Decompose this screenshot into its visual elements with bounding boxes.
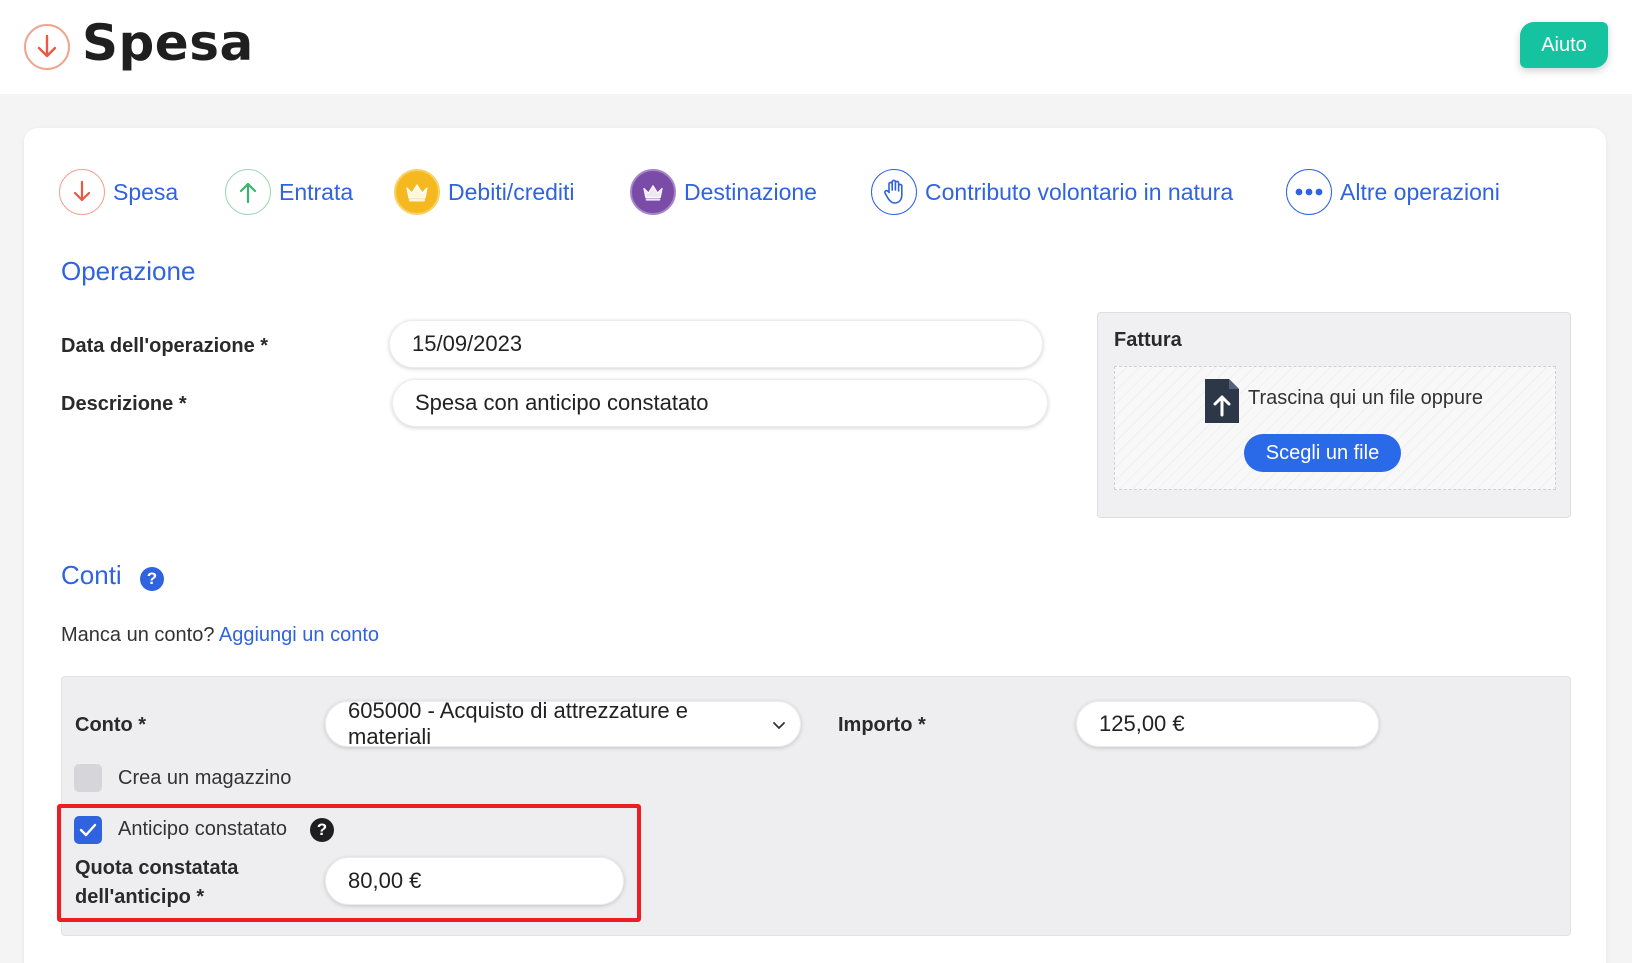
quota-label-line2: dell'anticipo * [75, 886, 205, 908]
checkmark-icon [79, 823, 97, 837]
arrow-down-icon [24, 24, 70, 70]
magazzino-label: Crea un magazzino [118, 767, 292, 789]
section-title-operazione: Operazione [61, 256, 196, 286]
tab-label: Spesa [113, 178, 179, 205]
missing-account-label: Manca un conto? [61, 624, 215, 646]
missing-account-text: Manca un conto? Aggiungi un conto [61, 624, 379, 647]
tab-contributo-volontario[interactable]: Contributo volontario in natura [871, 166, 1233, 218]
tab-spesa[interactable]: Spesa [59, 166, 178, 218]
arrow-up-icon [225, 169, 271, 215]
arrow-down-icon [59, 169, 105, 215]
conto-select-value: 605000 - Acquisto di attrezzature e mate… [348, 698, 688, 749]
more-dots-icon [1286, 169, 1332, 215]
description-label: Descrizione * [61, 393, 187, 415]
crown-transfer-icon [630, 169, 676, 215]
tab-label: Entrata [279, 178, 354, 205]
chevron-down-icon [772, 714, 786, 735]
choose-file-button[interactable]: Scegli un file [1244, 434, 1401, 472]
anticipo-help-icon[interactable]: ? [310, 818, 334, 842]
help-button[interactable]: Aiuto [1520, 22, 1608, 68]
conti-help-icon[interactable]: ? [140, 567, 164, 591]
tab-label: Destinazione [684, 178, 817, 205]
date-label: Data dell'operazione * [61, 335, 269, 357]
crown-icon [394, 169, 440, 215]
date-input[interactable]: 15/09/2023 [389, 320, 1043, 368]
conto-label: Conto * [75, 714, 147, 736]
top-bar: Spesa Aiuto [0, 0, 1632, 94]
tab-label: Debiti/crediti [448, 178, 575, 205]
tab-entrata[interactable]: Entrata [225, 166, 353, 218]
section-title-conti: Conti [61, 560, 122, 590]
hand-icon [871, 169, 917, 215]
quota-label: Quota constatata dell'anticipo * [75, 854, 238, 912]
tab-destinazione[interactable]: Destinazione [630, 166, 817, 218]
magazzino-checkbox[interactable] [74, 764, 102, 792]
anticipo-label: Anticipo constatato [118, 818, 287, 840]
dropzone-text: Trascina qui un file oppure [1248, 387, 1483, 409]
tab-label: Contributo volontario in natura [925, 178, 1234, 205]
importo-input[interactable]: 125,00 € [1076, 701, 1379, 747]
tab-debiti-crediti[interactable]: Debiti/crediti [394, 166, 575, 218]
description-input[interactable]: Spesa con anticipo constatato [392, 379, 1048, 427]
add-account-link[interactable]: Aggiungi un conto [219, 624, 379, 646]
conto-select[interactable]: 605000 - Acquisto di attrezzature e mate… [325, 698, 801, 749]
fattura-panel: Fattura Trascina qui un file oppure Sceg… [1097, 312, 1571, 518]
anticipo-checkbox[interactable] [74, 816, 102, 844]
page-title: Spesa [82, 14, 254, 72]
quota-label-line1: Quota constatata [75, 857, 239, 879]
tab-altre-operazioni[interactable]: Altre operazioni [1286, 166, 1500, 218]
file-upload-icon [1203, 377, 1241, 430]
quota-input[interactable]: 80,00 € [325, 857, 624, 905]
tab-label: Altre operazioni [1340, 178, 1500, 205]
fattura-title: Fattura [1114, 329, 1182, 351]
file-dropzone[interactable]: Trascina qui un file oppure Scegli un fi… [1114, 366, 1556, 490]
importo-label: Importo * [838, 714, 926, 736]
